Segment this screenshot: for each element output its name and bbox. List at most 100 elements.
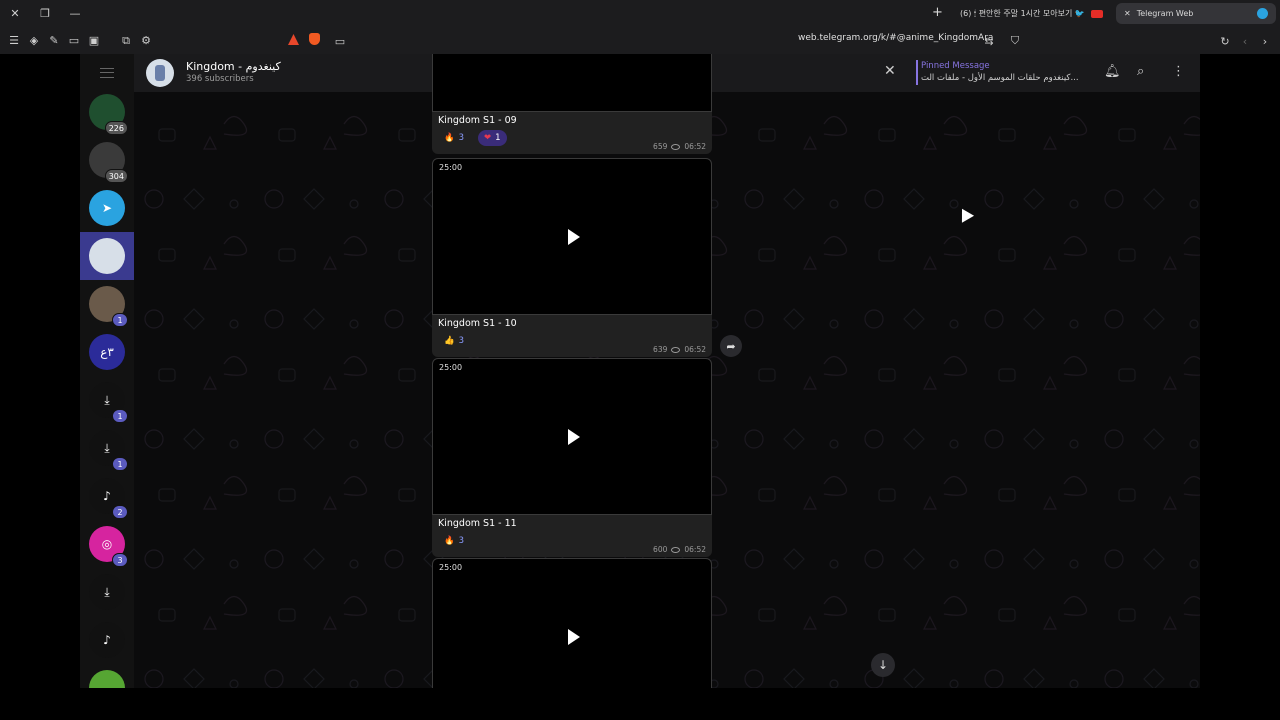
unread-badge: 1	[112, 457, 128, 471]
tab-youtube[interactable]: (6) 🕯 편안한 주말 1시간 모아보기 🐦	[952, 3, 1112, 24]
sidebar-chat-item[interactable]: ♪	[80, 616, 134, 664]
chat-avatar: 226	[89, 94, 128, 135]
sidebar-chat-item[interactable]: ◎ 3	[80, 520, 134, 568]
sidebar-chat-item[interactable]: ⤓	[80, 568, 134, 616]
unread-badge: 1	[112, 409, 128, 423]
chat-avatar: ⤓ 1	[89, 430, 128, 471]
sidebar-chat-item[interactable]: ♪ 2	[80, 472, 134, 520]
reaction-heart[interactable]: ❤ 1	[478, 130, 507, 146]
chat-sidebar: 226 304 ➤ 1 ٣ع ⤓ 1 ⤓ 1 ♪ 2 ◎ 3 ⤓ ♪	[80, 54, 134, 688]
play-icon[interactable]	[568, 429, 580, 445]
chat-avatar: ٣ع	[89, 334, 125, 370]
chat-avatar	[89, 238, 125, 274]
shield-icon[interactable]: ◈	[24, 31, 44, 51]
message-time: 06:52	[684, 545, 706, 554]
screenshot-icon[interactable]: ⧉	[116, 31, 136, 51]
pinned-text[interactable]: كينغدوم حلقات الموسم الأول - ملفات الت..…	[921, 73, 1079, 83]
telegram-app: 226 304 ➤ 1 ٣ع ⤓ 1 ⤓ 1 ♪ 2 ◎ 3 ⤓ ♪ Kingdom - كينغدوم 3…	[0, 54, 1280, 688]
close-tab-icon[interactable]: ✕	[1124, 9, 1131, 18]
reaction-fire[interactable]: 🔥 3	[438, 130, 470, 146]
message-bubble: Kingdom S1 - 10 👍 3 639 06:52	[432, 315, 712, 357]
sidebar-chat-item[interactable]: ٣ع	[80, 328, 134, 376]
message-bubble: Kingdom S1 - 09 🔥 3 ❤ 1 659 06:52	[432, 112, 712, 154]
message-meta: 639 06:52	[653, 345, 706, 354]
minimize-window-icon[interactable]: —	[60, 0, 90, 27]
reader-icon[interactable]: ▭	[330, 31, 350, 51]
menu-icon[interactable]: ☰	[4, 31, 24, 51]
unread-badge: 2	[112, 505, 128, 519]
chat-avatar: ➤	[89, 190, 125, 226]
reaction-count: 1	[495, 133, 501, 143]
bookmark-icon[interactable]: ⛉	[1005, 31, 1025, 51]
sidebar-chat-item[interactable]: 304	[80, 136, 134, 184]
reaction-count: 3	[458, 536, 465, 546]
eye-icon	[671, 143, 681, 150]
sidebar-chat-item[interactable]: 226	[80, 88, 134, 136]
message-time: 06:52	[684, 142, 706, 151]
chat-avatar: ♪ 2	[89, 478, 128, 519]
reload-icon[interactable]: ↻	[1215, 31, 1235, 51]
tab-telegram[interactable]: ✕ Telegram Web	[1116, 3, 1276, 24]
tab-label: (6) 🕯 편안한 주말 1시간 모아보기 🐦	[960, 9, 1085, 18]
chat-avatar	[89, 670, 125, 688]
heart-emoji: ❤	[484, 133, 492, 143]
sidebar-chat-item[interactable]: ⤓ 1	[80, 376, 134, 424]
message-time: 06:52	[684, 345, 706, 354]
back-icon[interactable]: ‹	[1235, 31, 1255, 51]
extensions-icon[interactable]: ⚙	[136, 31, 156, 51]
pinned-indicator	[916, 60, 918, 85]
close-window-icon[interactable]: ✕	[0, 0, 30, 27]
video-thumbnail[interactable]: 25:00	[432, 158, 712, 315]
sidebar-chat-item[interactable]: ⤓ 1	[80, 424, 134, 472]
fire-emoji: 🔥	[444, 133, 455, 143]
forward-icon[interactable]: ›	[1255, 31, 1275, 51]
unread-badge: 304	[104, 169, 128, 183]
chat-avatar: ♪	[89, 622, 125, 658]
browser-toolbar: ☰ ◈ ✎ ▭ ▣ ⧉ ⚙	[0, 27, 1280, 54]
sidebar-icon[interactable]: ▣	[84, 31, 104, 51]
message-meta: 659 06:52	[653, 142, 706, 151]
video-duration: 25:00	[439, 563, 463, 572]
video-thumbnail[interactable]	[432, 54, 712, 112]
hamburger-menu-icon[interactable]	[100, 68, 114, 78]
sidebar-chat-item[interactable]: 1	[80, 280, 134, 328]
more-options-icon[interactable]: ⋮	[1172, 64, 1185, 79]
tabs-icon[interactable]: ▭	[64, 31, 84, 51]
address-bar[interactable]: web.telegram.org/k/#@anime_KingdomAra	[798, 33, 993, 43]
eye-icon	[671, 346, 681, 353]
channel-title[interactable]: Kingdom - كينغدوم	[186, 60, 281, 73]
sidebar-chat-item[interactable]	[80, 232, 134, 280]
site-settings-icon[interactable]: ⇆	[979, 31, 999, 51]
brave-shield-icon[interactable]	[309, 33, 320, 45]
scroll-down-icon[interactable]: ↓	[871, 653, 895, 677]
eye-icon	[671, 546, 681, 553]
channel-avatar[interactable]	[146, 59, 174, 87]
unread-badge: 1	[112, 313, 128, 327]
forward-share-icon[interactable]: ➦	[720, 335, 742, 357]
unread-badge: 226	[104, 121, 128, 135]
bell-icon[interactable]: 🔔︎	[1104, 64, 1121, 79]
new-tab-button[interactable]: +	[932, 5, 943, 20]
tab-label: Telegram Web	[1136, 9, 1194, 18]
chat-avatar: 304	[89, 142, 128, 183]
video-thumbnail[interactable]: 25:00	[432, 358, 712, 515]
restore-window-icon[interactable]: ❐	[30, 0, 60, 27]
chat-avatar: ⤓ 1	[89, 382, 128, 423]
message-meta: 600 06:52	[653, 545, 706, 554]
close-pinned-icon[interactable]: ✕	[884, 63, 896, 79]
pinned-title[interactable]: Pinned Message	[921, 61, 990, 71]
reaction-fire[interactable]: 🔥 3	[438, 533, 470, 549]
pin-icon[interactable]: ✎	[44, 31, 64, 51]
subscriber-count: 396 subscribers	[186, 74, 254, 84]
message-caption: Kingdom S1 - 10	[438, 318, 517, 329]
reaction-count: 3	[458, 336, 465, 346]
reaction-thumbs-up[interactable]: 👍 3	[438, 333, 470, 349]
search-icon[interactable]: ⌕	[1137, 64, 1144, 79]
view-count: 639	[653, 345, 668, 354]
sidebar-chat-item[interactable]: ➤	[80, 184, 134, 232]
view-count: 659	[653, 142, 668, 151]
sidebar-chat-item[interactable]	[80, 664, 134, 688]
play-icon[interactable]	[568, 629, 580, 645]
play-icon[interactable]	[568, 229, 580, 245]
video-thumbnail[interactable]: 25:00	[432, 558, 712, 688]
